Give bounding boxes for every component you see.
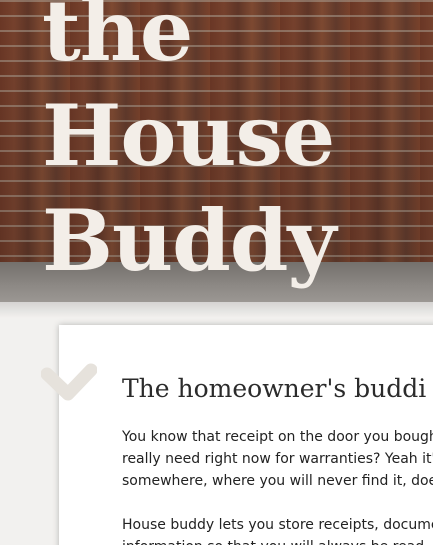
feature-paragraph-line: House buddy lets you store receipts, doc… [122,517,433,533]
page: the House Buddy The homeowner's buddi Yo… [0,0,433,545]
hero-shadow [0,302,433,318]
feature-paragraph: House buddy lets you store receipts, doc… [122,514,433,545]
site-title-line-2: House [42,86,335,185]
site-title-line-1: the [42,0,193,80]
checkmark-icon [41,363,97,401]
feature-paragraph-line: information so that you will always be r… [122,536,433,545]
site-title: the House Buddy [42,0,336,293]
site-title-line-3: Buddy [42,191,336,290]
card-heading: The homeowner's buddi [122,374,427,403]
intro-paragraph: You know that receipt on the door you bo… [122,426,433,492]
intro-paragraph-line: somewhere, where you will never find it,… [122,473,433,489]
intro-paragraph-line: You know that receipt on the door you bo… [122,429,433,445]
hero-banner: the House Buddy [0,0,433,302]
intro-paragraph-line: really need right now for warranties? Ye… [122,451,433,467]
